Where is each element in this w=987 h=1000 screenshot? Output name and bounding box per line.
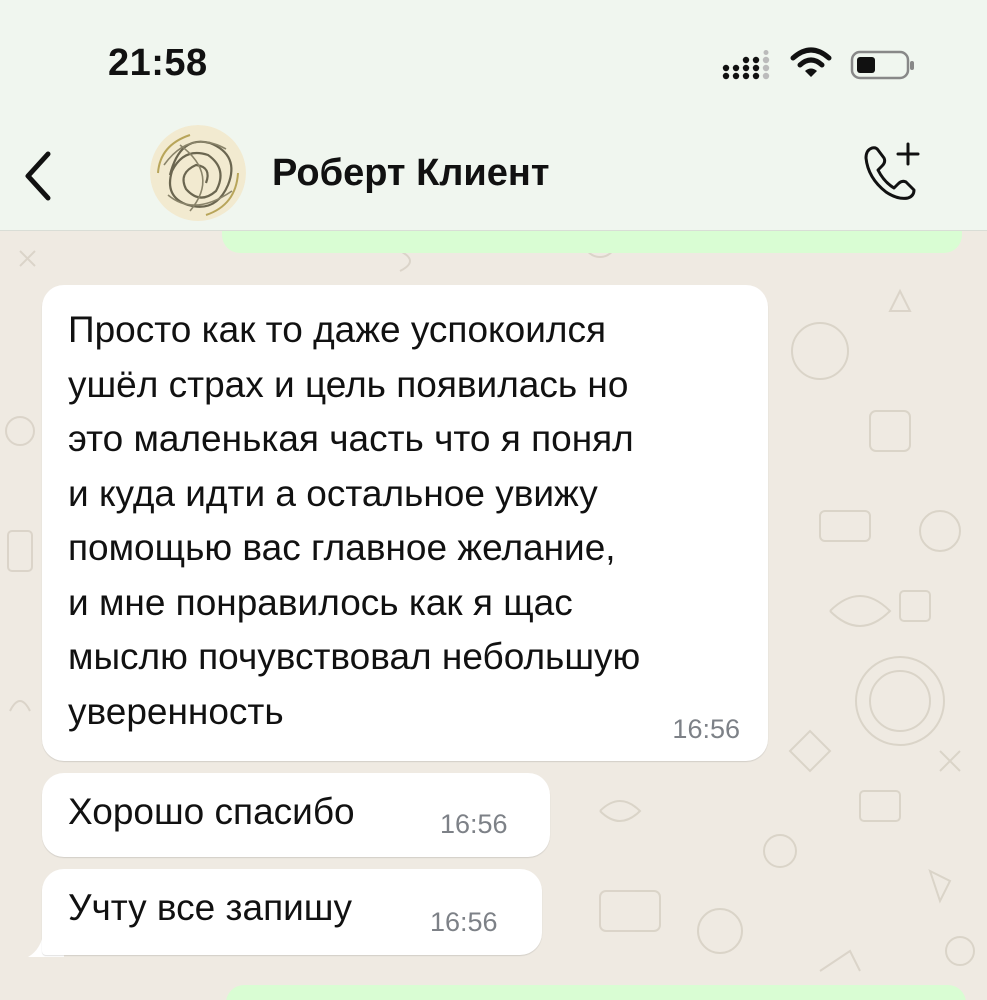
contact-name[interactable]: Роберт Клиент <box>272 152 550 195</box>
incoming-message[interactable]: Учту все запишу 16:56 <box>42 869 542 955</box>
message-time: 16:56 <box>672 714 740 744</box>
avatar[interactable] <box>150 125 246 221</box>
message-text: Просто как то даже успокоился ушёл страх… <box>68 309 641 732</box>
add-call-icon[interactable] <box>858 138 926 204</box>
incoming-message[interactable]: Просто как то даже успокоился ушёл страх… <box>42 285 768 761</box>
wifi-icon <box>790 47 832 77</box>
signal-icon <box>722 50 770 80</box>
outgoing-message-partial[interactable] <box>222 231 962 253</box>
status-time: 21:58 <box>108 42 208 84</box>
outgoing-message-partial[interactable] <box>226 985 966 1000</box>
incoming-message[interactable]: Хорошо спасибо 16:56 <box>42 773 550 857</box>
back-icon[interactable] <box>18 148 58 204</box>
chat-area: Просто как то даже успокоился ушёл страх… <box>0 231 987 1000</box>
message-time: 16:56 <box>430 907 498 937</box>
battery-icon <box>850 50 914 80</box>
message-text: Хорошо спасибо <box>68 791 355 832</box>
chat-header: 21:58 Роберт Клиент <box>0 0 987 231</box>
message-text: Учту все запишу <box>68 887 352 928</box>
message-time: 16:56 <box>440 809 508 839</box>
